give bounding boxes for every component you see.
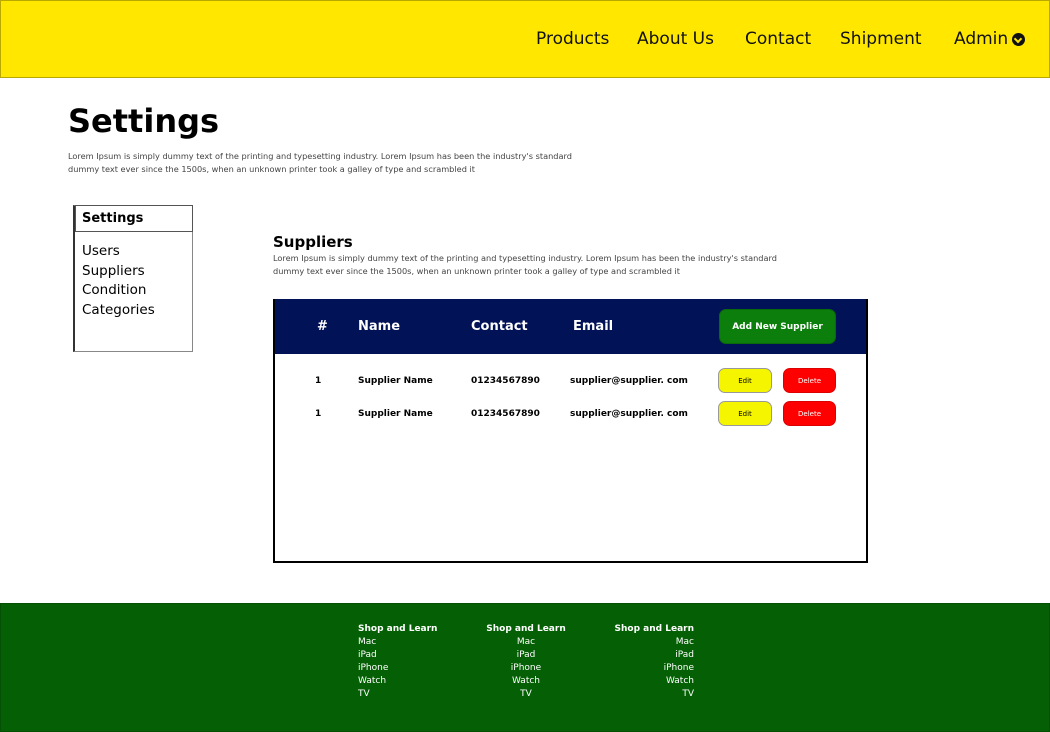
- sidebar-item-categories[interactable]: Categories: [82, 301, 155, 321]
- column-name: Name: [358, 319, 401, 334]
- sidebar-heading: Settings: [75, 205, 193, 232]
- nav-shipment[interactable]: Shipment: [840, 28, 922, 50]
- page-title: Settings: [68, 102, 220, 140]
- admin-menu[interactable]: Admin: [954, 28, 1026, 50]
- footer-link-iphone[interactable]: iPhone: [604, 662, 694, 675]
- footer-link-watch[interactable]: Watch: [481, 675, 571, 688]
- nav-about-us[interactable]: About Us: [637, 28, 714, 50]
- row-contact: 01234567890: [471, 376, 540, 386]
- suppliers-title: Suppliers: [273, 233, 353, 251]
- footer-link-iphone[interactable]: iPhone: [481, 662, 571, 675]
- table-row: 1 Supplier Name 01234567890 supplier@sup…: [275, 368, 866, 394]
- row-number: 1: [315, 376, 322, 386]
- footer-link-ipad[interactable]: iPad: [358, 649, 437, 662]
- row-name: Supplier Name: [358, 376, 433, 386]
- sidebar-item-condition[interactable]: Condition: [82, 281, 155, 301]
- footer-link-tv[interactable]: TV: [481, 688, 571, 701]
- suppliers-description: Lorem Ipsum is simply dummy text of the …: [273, 253, 777, 276]
- nav-contact[interactable]: Contact: [745, 28, 811, 50]
- footer-link-watch[interactable]: Watch: [358, 675, 437, 688]
- row-contact: 01234567890: [471, 409, 540, 419]
- column-contact: Contact: [471, 319, 528, 334]
- top-navbar: Products About Us Contact Shipment Admin: [0, 0, 1050, 78]
- sidebar-item-suppliers[interactable]: Suppliers: [82, 262, 155, 282]
- footer-link-mac[interactable]: Mac: [358, 636, 437, 649]
- row-number: 1: [315, 409, 322, 419]
- delete-button[interactable]: Delete: [783, 401, 836, 426]
- footer-heading: Shop and Learn: [486, 624, 566, 634]
- footer-link-tv[interactable]: TV: [358, 688, 437, 701]
- footer-link-watch[interactable]: Watch: [604, 675, 694, 688]
- table-header: # Name Contact Email Add New Supplier: [275, 299, 866, 354]
- footer-link-ipad[interactable]: iPad: [604, 649, 694, 662]
- footer-heading: Shop and Learn: [358, 624, 438, 634]
- page-description: Lorem Ipsum is simply dummy text of the …: [68, 151, 572, 174]
- row-name: Supplier Name: [358, 409, 433, 419]
- column-number: #: [317, 319, 328, 334]
- footer-column: Shop and Learn Mac iPad iPhone Watch TV: [358, 623, 437, 701]
- footer-link-mac[interactable]: Mac: [604, 636, 694, 649]
- footer-link-ipad[interactable]: iPad: [481, 649, 571, 662]
- suppliers-table: # Name Contact Email Add New Supplier 1 …: [273, 299, 868, 563]
- add-new-supplier-button[interactable]: Add New Supplier: [719, 309, 836, 344]
- footer-link-tv[interactable]: TV: [604, 688, 694, 701]
- row-email: supplier@supplier. com: [570, 376, 688, 386]
- footer-heading: Shop and Learn: [614, 624, 694, 634]
- sidebar-item-users[interactable]: Users: [82, 242, 155, 262]
- footer: Shop and Learn Mac iPad iPhone Watch TV …: [0, 603, 1050, 732]
- edit-button[interactable]: Edit: [718, 368, 772, 393]
- footer-column: Shop and Learn Mac iPad iPhone Watch TV: [481, 623, 571, 701]
- footer-link-iphone[interactable]: iPhone: [358, 662, 437, 675]
- admin-label: Admin: [954, 29, 1009, 49]
- table-row: 1 Supplier Name 01234567890 supplier@sup…: [275, 401, 866, 427]
- nav-products[interactable]: Products: [536, 28, 609, 50]
- edit-button[interactable]: Edit: [718, 401, 772, 426]
- column-email: Email: [573, 319, 614, 334]
- footer-column: Shop and Learn Mac iPad iPhone Watch TV: [604, 623, 694, 701]
- footer-link-mac[interactable]: Mac: [481, 636, 571, 649]
- delete-button[interactable]: Delete: [783, 368, 836, 393]
- chevron-down-icon: [1012, 32, 1026, 46]
- sidebar-menu: Users Suppliers Condition Categories: [82, 242, 155, 320]
- row-email: supplier@supplier. com: [570, 409, 688, 419]
